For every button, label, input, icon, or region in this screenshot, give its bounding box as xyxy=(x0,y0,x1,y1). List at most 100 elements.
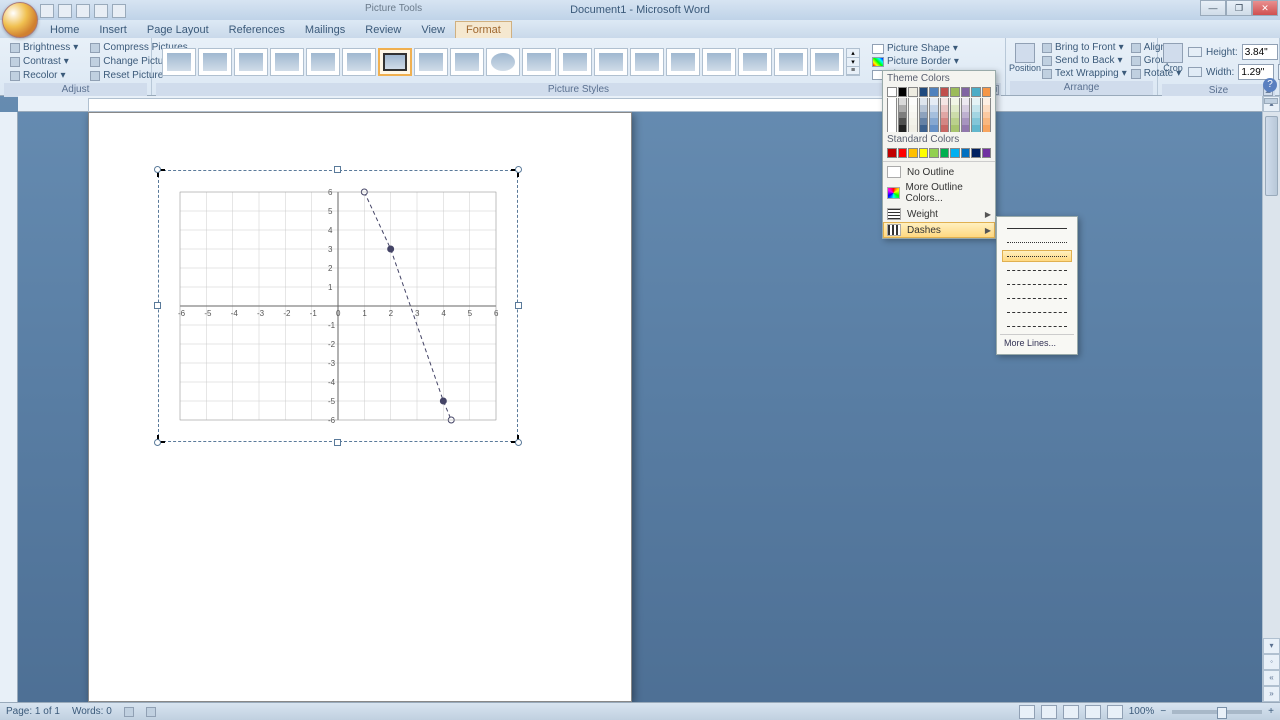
color-swatch[interactable] xyxy=(908,148,918,158)
style-thumb[interactable] xyxy=(450,48,484,76)
color-swatch[interactable] xyxy=(971,148,981,158)
color-swatch[interactable] xyxy=(887,87,897,97)
view-ruler-toggle[interactable] xyxy=(1264,98,1278,104)
dash-style-item[interactable] xyxy=(1002,250,1072,262)
style-thumb[interactable] xyxy=(162,48,196,76)
height-input[interactable] xyxy=(1242,44,1278,60)
resize-handle[interactable] xyxy=(334,439,341,446)
next-page-button[interactable]: » xyxy=(1263,686,1280,702)
tab-view[interactable]: View xyxy=(411,22,455,38)
style-thumb[interactable] xyxy=(414,48,448,76)
dash-style-item[interactable] xyxy=(1002,222,1072,234)
color-swatch[interactable] xyxy=(982,148,992,158)
view-print-layout-button[interactable] xyxy=(1019,705,1035,719)
style-thumb[interactable] xyxy=(558,48,592,76)
resize-handle[interactable] xyxy=(515,439,522,446)
color-swatch[interactable] xyxy=(971,87,981,97)
send-to-back-button[interactable]: Send to Back ▾ xyxy=(1042,54,1127,67)
style-thumb[interactable] xyxy=(702,48,736,76)
view-full-screen-button[interactable] xyxy=(1041,705,1057,719)
tab-insert[interactable]: Insert xyxy=(89,22,137,38)
recolor-button[interactable]: Recolor ▾ xyxy=(6,69,82,82)
color-swatch[interactable] xyxy=(887,148,897,158)
color-swatch[interactable] xyxy=(908,87,918,97)
qat-save-icon[interactable] xyxy=(40,4,54,18)
resize-handle[interactable] xyxy=(515,302,522,309)
tint-column[interactable] xyxy=(971,98,981,132)
tint-column[interactable] xyxy=(982,98,992,132)
tint-column[interactable] xyxy=(961,98,971,132)
style-thumb[interactable] xyxy=(810,48,844,76)
picture-shape-button[interactable]: Picture Shape ▾ xyxy=(870,42,961,55)
dash-style-item[interactable] xyxy=(1002,278,1072,290)
zoom-level[interactable]: 100% xyxy=(1129,706,1155,717)
contrast-button[interactable]: Contrast ▾ xyxy=(6,55,82,68)
vertical-scrollbar[interactable]: ▴ ▾ ◦ « » xyxy=(1262,96,1280,702)
resize-handle[interactable] xyxy=(334,166,341,173)
macro-icon[interactable] xyxy=(146,707,156,717)
color-swatch[interactable] xyxy=(940,148,950,158)
scroll-down-button[interactable]: ▾ xyxy=(1263,638,1280,654)
zoom-out-button[interactable]: − xyxy=(1160,706,1166,717)
close-button[interactable]: ✕ xyxy=(1252,0,1278,16)
picture-styles-gallery[interactable]: ▴▾≡ xyxy=(156,44,866,80)
color-swatch[interactable] xyxy=(898,87,908,97)
minimize-button[interactable]: — xyxy=(1200,0,1226,16)
color-swatch[interactable] xyxy=(929,148,939,158)
qat-redo-icon[interactable] xyxy=(76,4,90,18)
tint-column[interactable] xyxy=(887,98,897,132)
gallery-more-button[interactable]: ▴▾≡ xyxy=(846,48,860,76)
prev-page-button[interactable]: « xyxy=(1263,670,1280,686)
dash-style-item[interactable] xyxy=(1002,292,1072,304)
scroll-thumb[interactable] xyxy=(1265,116,1278,196)
style-thumb[interactable] xyxy=(306,48,340,76)
vertical-ruler[interactable] xyxy=(0,112,18,702)
style-thumb[interactable] xyxy=(522,48,556,76)
brightness-button[interactable]: Brightness ▾ xyxy=(6,41,82,54)
picture-border-button[interactable]: Picture Border ▾ xyxy=(870,55,961,68)
dash-style-item[interactable] xyxy=(1002,264,1072,276)
view-web-layout-button[interactable] xyxy=(1063,705,1079,719)
qat-item[interactable] xyxy=(112,4,126,18)
style-thumb[interactable] xyxy=(342,48,376,76)
tint-column[interactable] xyxy=(950,98,960,132)
proofing-icon[interactable] xyxy=(124,707,134,717)
color-swatch[interactable] xyxy=(961,87,971,97)
tint-column[interactable] xyxy=(908,98,918,132)
horizontal-ruler[interactable] xyxy=(18,96,1280,112)
color-swatch[interactable] xyxy=(950,87,960,97)
qat-undo-icon[interactable] xyxy=(58,4,72,18)
resize-handle[interactable] xyxy=(154,166,161,173)
color-swatch[interactable] xyxy=(919,148,929,158)
more-lines-item[interactable]: More Lines... xyxy=(1000,334,1074,351)
tab-references[interactable]: References xyxy=(219,22,295,38)
tab-mailings[interactable]: Mailings xyxy=(295,22,355,38)
color-swatch[interactable] xyxy=(929,87,939,97)
tint-column[interactable] xyxy=(929,98,939,132)
tint-column[interactable] xyxy=(919,98,929,132)
tab-review[interactable]: Review xyxy=(355,22,411,38)
dashes-item[interactable]: Dashes▶ xyxy=(883,222,995,238)
status-page[interactable]: Page: 1 of 1 xyxy=(6,706,60,717)
style-thumb-selected[interactable] xyxy=(378,48,412,76)
qat-item[interactable] xyxy=(94,4,108,18)
more-outline-colors-item[interactable]: More Outline Colors... xyxy=(883,180,995,206)
bring-to-front-button[interactable]: Bring to Front ▾ xyxy=(1042,41,1127,54)
maximize-button[interactable]: ❐ xyxy=(1226,0,1252,16)
dash-style-item[interactable] xyxy=(1002,236,1072,248)
zoom-in-button[interactable]: + xyxy=(1268,706,1274,717)
position-button[interactable]: Position xyxy=(1010,40,1040,78)
style-thumb[interactable] xyxy=(666,48,700,76)
tab-home[interactable]: Home xyxy=(40,22,89,38)
zoom-slider[interactable] xyxy=(1172,710,1262,714)
view-outline-button[interactable] xyxy=(1085,705,1101,719)
resize-handle[interactable] xyxy=(154,302,161,309)
style-thumb[interactable] xyxy=(594,48,628,76)
office-button[interactable] xyxy=(2,2,38,38)
no-outline-item[interactable]: No Outline xyxy=(883,164,995,180)
resize-handle[interactable] xyxy=(154,439,161,446)
style-thumb[interactable] xyxy=(486,48,520,76)
style-thumb[interactable] xyxy=(270,48,304,76)
color-swatch[interactable] xyxy=(982,87,992,97)
tint-column[interactable] xyxy=(940,98,950,132)
